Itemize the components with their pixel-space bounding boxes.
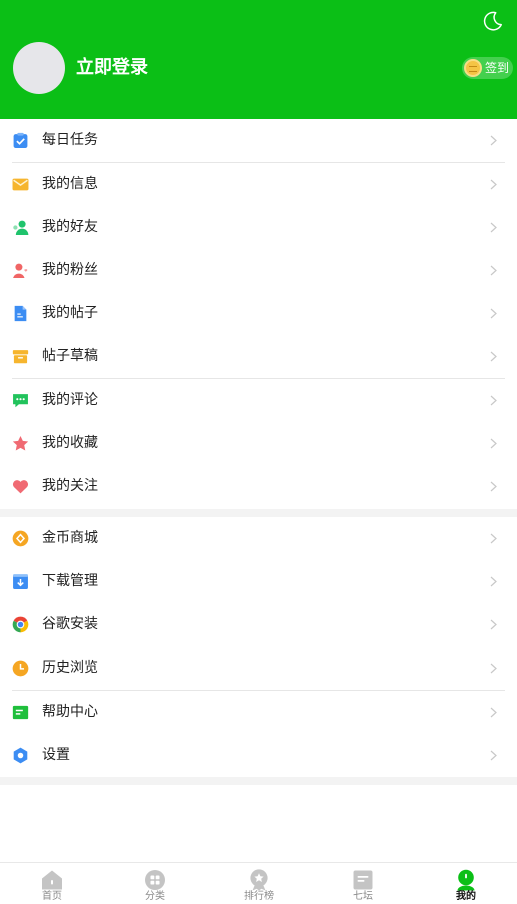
download-icon	[13, 574, 28, 589]
star-icon	[12, 435, 29, 451]
forum-icon	[353, 870, 373, 890]
menu-item-label: 下载管理	[42, 573, 98, 589]
menu-item-my-fans[interactable]: 我的粉丝	[0, 249, 517, 292]
menu-item-label: 谷歌安装	[42, 616, 98, 632]
menu-item-label: 我的粉丝	[42, 262, 98, 278]
chevron-right-icon	[490, 663, 497, 674]
moon-icon[interactable]	[482, 10, 504, 32]
chevron-right-icon	[490, 619, 497, 630]
comment-icon	[13, 394, 28, 408]
avatar[interactable]	[13, 42, 65, 94]
section-gap	[0, 777, 517, 785]
tab-label: 首页	[42, 891, 62, 902]
chevron-right-icon	[490, 179, 497, 190]
tab-label: 我的	[456, 891, 476, 902]
chevron-right-icon	[490, 707, 497, 718]
menu-item-my-posts[interactable]: 我的帖子	[0, 292, 517, 335]
menu-item-label: 我的关注	[42, 478, 98, 494]
menu-item-download-manager[interactable]: 下载管理	[0, 560, 517, 603]
menu-item-label: 我的信息	[42, 176, 98, 192]
chevron-right-icon	[490, 395, 497, 406]
section-gap	[0, 509, 517, 517]
tab-forum[interactable]: 七坛	[311, 863, 415, 904]
coin-icon	[464, 59, 482, 77]
menu-item-my-favorites[interactable]: 我的收藏	[0, 422, 517, 465]
menu-item-label: 我的评论	[42, 392, 98, 408]
mail-icon	[12, 178, 29, 191]
menu-item-browse-history[interactable]: 历史浏览	[0, 647, 517, 690]
chevron-right-icon	[490, 135, 497, 146]
signin-button[interactable]: 签到	[462, 57, 513, 79]
signin-label: 签到	[485, 61, 510, 75]
chevron-right-icon	[490, 308, 497, 319]
tab-mine[interactable]: 我的	[414, 863, 517, 904]
tab-label: 排行榜	[244, 891, 274, 902]
tab-label: 七坛	[353, 891, 373, 902]
home-icon	[42, 870, 62, 890]
post-icon	[14, 305, 27, 322]
menu-item-label: 历史浏览	[42, 660, 98, 676]
ranking-icon	[250, 869, 268, 891]
chevron-right-icon	[490, 222, 497, 233]
menu-item-label: 每日任务	[42, 132, 98, 148]
menu-item-help-center[interactable]: 帮助中心	[0, 691, 517, 734]
tab-ranking[interactable]: 排行榜	[207, 863, 311, 904]
chevron-right-icon	[490, 438, 497, 449]
tab-label: 分类	[145, 891, 165, 902]
menu-item-label: 我的收藏	[42, 435, 98, 451]
menu-item-label: 帖子草稿	[42, 348, 98, 364]
profile-header: 立即登录 签到	[0, 0, 517, 119]
chevron-right-icon	[490, 750, 497, 761]
draft-icon	[12, 350, 29, 364]
menu-item-label: 我的好友	[42, 219, 98, 235]
category-icon	[145, 870, 165, 890]
menu-item-my-info[interactable]: 我的信息	[0, 163, 517, 206]
settings-icon	[13, 747, 28, 764]
chevron-right-icon	[490, 481, 497, 492]
daily-task-icon	[13, 132, 28, 148]
history-icon	[12, 660, 29, 677]
login-link[interactable]: 立即登录	[76, 56, 148, 80]
menu-item-label: 金币商城	[42, 530, 98, 546]
bottom-tab-bar: 首页 分类 排行榜 七坛 我的	[0, 862, 517, 904]
chevron-right-icon	[490, 533, 497, 544]
menu-item-google-install[interactable]: 谷歌安装	[0, 603, 517, 646]
help-icon	[12, 705, 29, 720]
heart-icon	[12, 480, 29, 494]
coin-mall-icon	[12, 530, 29, 547]
menu-item-label: 我的帖子	[42, 305, 98, 321]
menu-item-my-friends[interactable]: 我的好友	[0, 206, 517, 249]
fans-icon	[13, 263, 28, 278]
tab-category[interactable]: 分类	[103, 863, 207, 904]
menu-item-post-drafts[interactable]: 帖子草稿	[0, 335, 517, 378]
friends-icon	[13, 220, 29, 235]
chevron-right-icon	[490, 576, 497, 587]
menu-item-coin-mall[interactable]: 金币商城	[0, 517, 517, 560]
menu-item-settings[interactable]: 设置	[0, 734, 517, 777]
profile-icon	[457, 869, 475, 891]
chrome-icon	[12, 616, 29, 633]
chevron-right-icon	[490, 351, 497, 362]
menu-item-label: 设置	[42, 747, 70, 763]
menu-item-my-comments[interactable]: 我的评论	[0, 379, 517, 422]
menu-item-my-follows[interactable]: 我的关注	[0, 465, 517, 508]
chevron-right-icon	[490, 265, 497, 276]
menu-item-label: 帮助中心	[42, 704, 98, 720]
menu-item-daily-task[interactable]: 每日任务	[0, 119, 517, 162]
tab-home[interactable]: 首页	[0, 863, 104, 904]
